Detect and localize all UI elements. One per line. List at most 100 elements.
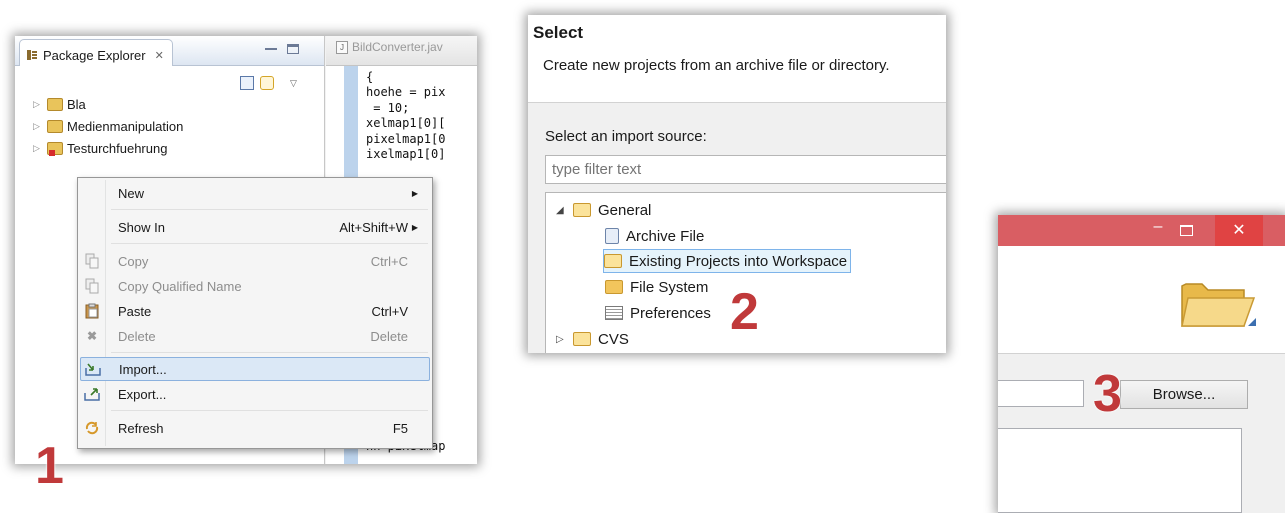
menu-separator: [111, 243, 428, 244]
directory-path-input[interactable]: [998, 380, 1084, 407]
project-tree: ▷ Bla ▷ Medienmanipulation ▷ Testurchfue…: [33, 93, 183, 159]
code-line: xelmap1[0][: [366, 116, 446, 131]
tree-item-preferences[interactable]: Preferences: [605, 301, 714, 325]
code-line: {: [366, 70, 374, 84]
tree-item-file-system[interactable]: File System: [605, 275, 711, 299]
close-button[interactable]: ✕: [1215, 215, 1263, 246]
tree-item-project[interactable]: ▷ Medienmanipulation: [33, 115, 183, 137]
menu-separator: [111, 410, 428, 411]
collapse-all-icon[interactable]: [240, 76, 254, 90]
code-line: = 10;: [366, 100, 410, 115]
menu-item-show-in[interactable]: Show In Alt+Shift+W ▶: [80, 215, 430, 239]
import-icon: [85, 361, 101, 377]
menu-item-export[interactable]: Export...: [80, 382, 430, 406]
menu-item-label: Paste: [118, 303, 152, 319]
expand-icon[interactable]: ▷: [33, 121, 43, 132]
menu-item-shortcut: Alt+Shift+W: [339, 219, 408, 235]
editor-tabbar: J BildConverter.jav: [326, 36, 477, 66]
menu-item-import[interactable]: Import...: [80, 357, 430, 381]
collapse-icon[interactable]: ◢: [556, 205, 566, 216]
tree-item-label: File System: [630, 278, 709, 296]
preferences-icon: [605, 306, 623, 320]
editor-tab[interactable]: J BildConverter.jav: [336, 40, 443, 54]
folder-banner-icon: [1178, 276, 1256, 332]
package-explorer-icon: [26, 49, 38, 61]
wizard-header: Select Create new projects from an archi…: [528, 15, 946, 103]
import-source-label: Select an import source:: [545, 128, 707, 145]
delete-icon: ✖: [86, 329, 98, 343]
archive-icon: [605, 228, 619, 244]
menu-item-refresh[interactable]: Refresh F5: [80, 416, 430, 440]
tree-item-general[interactable]: ◢ General: [556, 198, 654, 222]
refresh-icon: [84, 420, 100, 436]
dialog-header: [998, 246, 1285, 354]
minimize-button[interactable]: –: [1143, 215, 1173, 246]
code-line: pixelmap1[0: [366, 131, 446, 146]
tree-item-label: Preferences: [630, 304, 711, 322]
menu-item-label: New: [118, 185, 145, 201]
menu-item-label: Refresh: [118, 420, 164, 436]
project-folder-icon: [47, 119, 63, 133]
context-menu: New ▶ Show In Alt+Shift+W ▶ Copy Ctrl+C …: [77, 177, 433, 449]
submenu-arrow-icon: ▶: [411, 188, 418, 198]
close-icon[interactable]: ✕: [155, 49, 164, 62]
menu-item-shortcut: Delete: [370, 328, 408, 344]
menu-separator: [111, 209, 428, 210]
menu-separator: [111, 352, 428, 353]
minimize-icon[interactable]: [265, 44, 277, 50]
browse-button[interactable]: Browse...: [1120, 380, 1248, 409]
expand-icon[interactable]: ▷: [33, 143, 43, 154]
menu-item-copy[interactable]: Copy Ctrl+C: [80, 249, 430, 273]
paste-icon: [84, 303, 100, 319]
menu-item-label: Copy Qualified Name: [118, 278, 242, 294]
package-explorer-tabbar: Package Explorer ✕: [15, 36, 324, 66]
step-number-2: 2: [730, 283, 759, 341]
submenu-arrow-icon: ▶: [411, 222, 418, 232]
package-explorer-tab[interactable]: Package Explorer ✕: [19, 39, 173, 66]
tree-item-label: General: [598, 201, 652, 219]
tree-item-project[interactable]: ▷ Bla: [33, 93, 183, 115]
tree-item-cvs[interactable]: ▷ CVS: [556, 327, 632, 351]
menu-item-shortcut: F5: [392, 420, 408, 436]
maximize-button[interactable]: [1180, 225, 1193, 236]
menu-item-label: Show In: [118, 219, 165, 235]
link-with-editor-icon[interactable]: [260, 76, 274, 90]
menu-item-copy-qualified-name[interactable]: Copy Qualified Name: [80, 274, 430, 298]
project-name: Medienmanipulation: [67, 118, 184, 134]
code-line: ixelmap1[0]: [366, 146, 446, 161]
menu-item-paste[interactable]: Paste Ctrl+V: [80, 299, 430, 323]
menu-item-delete[interactable]: ✖ Delete Delete: [80, 324, 430, 348]
copy-qualified-icon: [84, 278, 100, 294]
tree-item-archive-file[interactable]: Archive File: [605, 224, 707, 248]
tree-item-label: CVS: [598, 330, 629, 348]
editor-tab-label: BildConverter.jav: [352, 40, 443, 54]
maximize-icon[interactable]: [287, 44, 299, 54]
code-line: hoehe = pix: [366, 85, 446, 100]
project-folder-error-icon: [47, 141, 63, 156]
copy-icon: [84, 253, 100, 269]
project-name: Testurchfuehrung: [67, 140, 168, 156]
package-explorer-tab-label: Package Explorer: [43, 47, 146, 63]
java-file-icon: J: [336, 40, 348, 54]
projects-folder-icon: [604, 254, 622, 268]
page-title: Select: [533, 23, 584, 42]
view-toolbar: ▽: [240, 76, 297, 90]
filter-input[interactable]: [545, 155, 946, 184]
menu-item-label: Delete: [118, 328, 156, 344]
import-dialog-fragment: – ✕ Browse...: [998, 215, 1285, 513]
folder-open-icon: [573, 332, 591, 346]
export-icon: [84, 386, 100, 402]
view-menu-icon[interactable]: ▽: [290, 78, 297, 89]
eclipse-workbench-panel: Package Explorer ✕ ▽ ▷ Bla ▷ Medienmanip…: [15, 36, 477, 464]
tree-item-existing-projects[interactable]: Existing Projects into Workspace: [603, 249, 852, 273]
expand-icon[interactable]: ▷: [556, 334, 566, 345]
menu-item-label: Copy: [118, 253, 149, 269]
expand-icon[interactable]: ▷: [33, 99, 43, 110]
project-name: Bla: [67, 96, 86, 112]
menu-item-label: Export...: [118, 386, 167, 402]
window-titlebar: – ✕: [998, 215, 1285, 246]
tree-item-label: Archive File: [626, 227, 705, 245]
menu-item-new[interactable]: New ▶: [80, 181, 430, 205]
tree-item-project[interactable]: ▷ Testurchfuehrung: [33, 137, 183, 159]
projects-list[interactable]: [998, 428, 1242, 513]
